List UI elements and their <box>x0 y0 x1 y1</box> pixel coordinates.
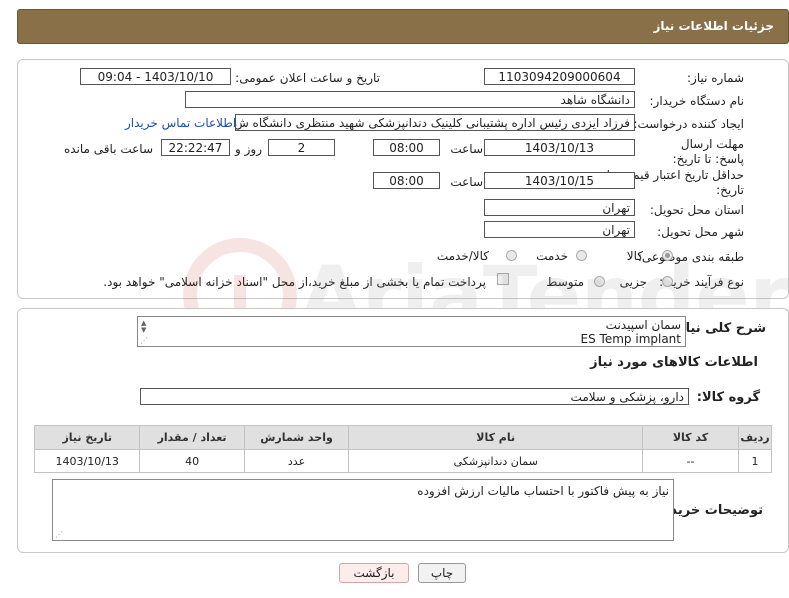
remaining-time-field: 22:22:47 <box>161 139 230 156</box>
price-validity-time-label: ساعت <box>450 175 483 189</box>
need-number-label: شماره نیاز: <box>687 71 744 85</box>
price-validity-date-field: 1403/10/15 <box>484 172 635 189</box>
col-item-name: نام کالا <box>348 425 643 450</box>
requester-field: فرزاد ایزدی رئیس اداره پشتیبانی کلینیک د… <box>235 114 635 131</box>
goods-info-title: اطلاعات کالاهای مورد نیاز <box>590 355 758 370</box>
deadline-label: مهلت ارسال پاسخ: تا تاریخ: <box>672 137 744 166</box>
deadline-time-field: 08:00 <box>373 139 440 156</box>
province-label: استان محل تحویل: <box>649 203 744 217</box>
description-line-2: ES Temp implant <box>580 332 681 346</box>
cell-quantity: 40 <box>139 449 245 473</box>
col-item-code: کد کالا <box>641 425 740 450</box>
process-option-minor: جزیی <box>619 275 647 289</box>
col-unit: واحد شمارش <box>243 425 350 450</box>
cell-need-date: 1403/10/13 <box>33 449 141 473</box>
goods-group-label: گروه کالا: <box>696 390 760 405</box>
items-table-header: ردیف کد کالا نام کالا واحد شمارش تعداد /… <box>33 425 772 450</box>
col-row-number: ردیف <box>738 425 772 450</box>
cell-row-number: 1 <box>738 449 772 473</box>
cell-item-code: -- <box>641 449 740 473</box>
page-header: جزئیات اطلاعات نیاز <box>17 9 789 44</box>
buyer-notes-text: نیاز به پیش فاکتور با احتساب مالیات ارزش… <box>417 484 669 498</box>
city-field: تهران <box>484 221 635 238</box>
category-radio-service[interactable] <box>576 250 587 261</box>
description-label: شرح کلی نیاز: <box>672 321 766 336</box>
process-option-medium: متوسط <box>546 275 584 289</box>
requester-label: ایجاد کننده درخواست: <box>633 117 744 131</box>
goods-group-field: دارو، پزشکی و سلامت <box>140 388 689 405</box>
description-line-1: سمان اسپیدنت <box>605 318 681 332</box>
category-radio-goods[interactable] <box>662 250 673 261</box>
process-radio-minor[interactable] <box>662 276 673 287</box>
category-option-service: خدمت <box>536 249 568 263</box>
page-title: جزئیات اطلاعات نیاز <box>653 19 774 33</box>
scroll-down-icon[interactable]: ▼ <box>141 326 146 334</box>
days-label: روز و <box>235 142 262 156</box>
province-field: تهران <box>484 199 635 216</box>
cell-unit: عدد <box>243 449 350 473</box>
col-quantity: تعداد / مقدار <box>139 425 245 450</box>
deadline-time-label: ساعت <box>450 142 483 156</box>
items-table: ردیف کد کالا نام کالا واحد شمارش تعداد /… <box>33 425 772 473</box>
category-label: طبقه بندی موضوعی: <box>637 250 744 264</box>
print-button[interactable]: چاپ <box>418 563 466 583</box>
category-option-goods: کالا <box>626 249 643 263</box>
col-need-date: تاریخ نیاز <box>33 425 141 450</box>
resize-grip-icon[interactable]: ⋰ <box>140 336 148 345</box>
category-radio-goods-service[interactable] <box>506 250 517 261</box>
cell-item-name: سمان دندانپزشکی <box>348 449 643 473</box>
buyer-notes-textarea[interactable]: نیاز به پیش فاکتور با احتساب مالیات ارزش… <box>52 479 674 541</box>
city-label: شهر محل تحویل: <box>657 225 744 239</box>
category-option-goods-service: کالا/خدمت <box>436 249 489 263</box>
announce-label: تاریخ و ساعت اعلان عمومی: <box>235 71 380 85</box>
remaining-label: ساعت باقی مانده <box>63 142 153 156</box>
deadline-date-field: 1403/10/13 <box>484 139 635 156</box>
need-number-field: 1103094209000604 <box>484 68 635 85</box>
payment-note: پرداخت تمام یا بخشی از مبلغ خرید،از محل … <box>103 275 486 289</box>
resize-grip-icon[interactable]: ⋰ <box>55 530 63 539</box>
description-textarea[interactable]: سمان اسپیدنت ES Temp implant ▲ ▼ ⋰ <box>137 316 686 347</box>
buyer-contact-link[interactable]: اطلاعات تماس خریدار <box>125 116 236 130</box>
process-radio-medium[interactable] <box>594 276 605 287</box>
announce-field: 1403/10/10 - 09:04 <box>80 68 231 85</box>
buyer-org-label: نام دستگاه خریدار: <box>649 94 745 108</box>
table-row: 1 -- سمان دندانپزشکی عدد 40 1403/10/13 <box>33 449 772 473</box>
days-field: 2 <box>268 139 335 156</box>
treasury-payment-checkbox[interactable] <box>497 273 509 285</box>
back-button[interactable]: بازگشت <box>339 563 409 583</box>
buyer-org-field: دانشگاه شاهد <box>185 91 635 108</box>
price-validity-time-field: 08:00 <box>373 172 440 189</box>
